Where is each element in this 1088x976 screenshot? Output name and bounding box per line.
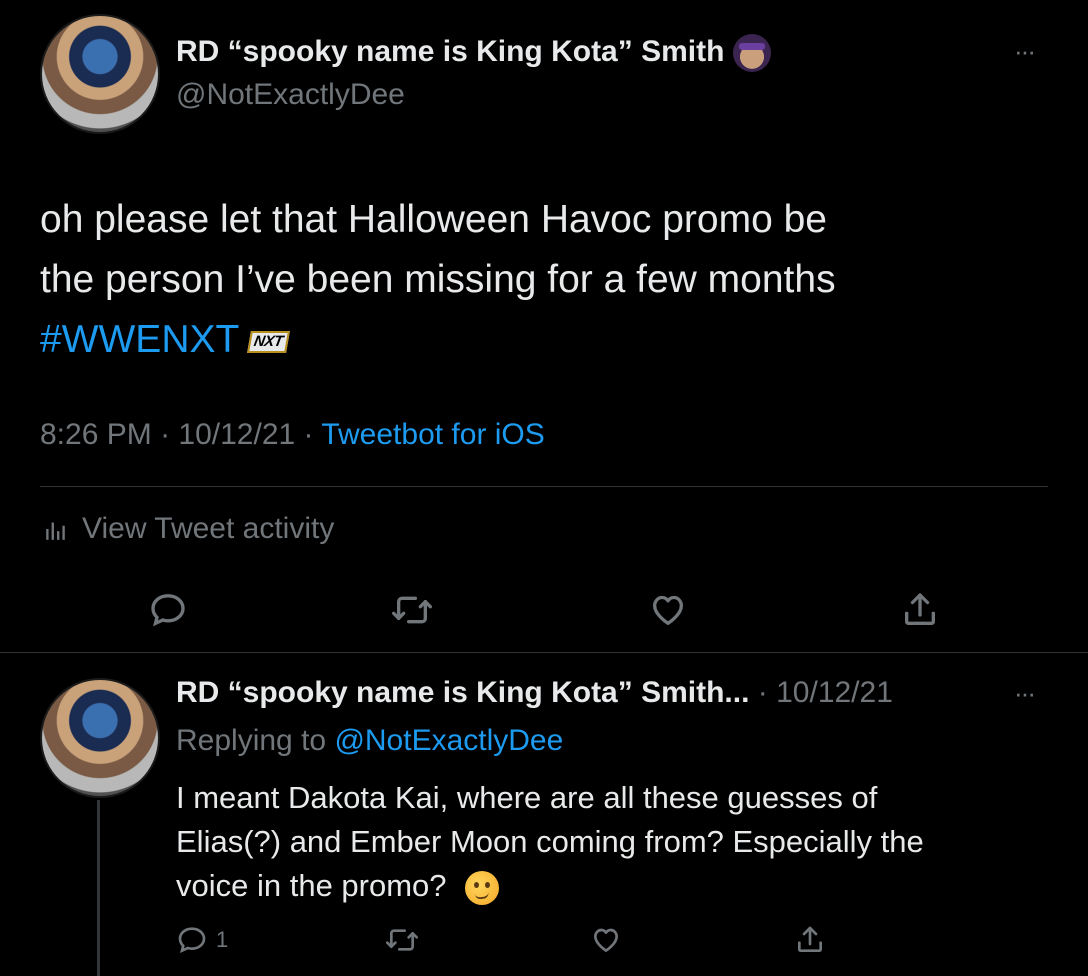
replying-to-label: Replying to	[176, 724, 327, 757]
meta-separator: ·	[757, 676, 768, 709]
reply-reply-button[interactable]: 1	[176, 924, 228, 956]
tweet-source-link[interactable]: Tweetbot for iOS	[321, 418, 544, 451]
main-handle[interactable]: @NotExactlyDee	[176, 78, 405, 112]
reply-icon[interactable]	[148, 590, 188, 630]
tweet-time[interactable]: 8:26 PM	[40, 418, 152, 451]
tweet-divider	[0, 652, 1088, 653]
main-tweet-meta: 8:26 PM · 10/12/21 · Tweetbot for iOS	[40, 418, 545, 452]
like-icon[interactable]	[648, 590, 688, 630]
retweet-icon[interactable]	[384, 924, 420, 956]
nxt-hashflag-icon: NXT	[247, 330, 290, 353]
main-avatar[interactable]	[40, 14, 160, 134]
meta-separator: ·	[160, 418, 171, 451]
reply-more-icon[interactable]: ···	[1014, 678, 1036, 709]
replying-to-handle[interactable]: @NotExactlyDee	[334, 724, 563, 757]
main-tweet-text: oh please let that Halloween Havoc promo…	[40, 190, 836, 370]
main-more-icon[interactable]: ···	[1014, 36, 1036, 67]
reply-text-line2: Elias(?) and Ember Moon coming from? Esp…	[176, 824, 924, 859]
main-display-name[interactable]: RD “spooky name is King Kota” Smith	[176, 34, 771, 72]
view-activity-button[interactable]: View Tweet activity	[44, 512, 334, 546]
reply-text-line3: voice in the promo?	[176, 868, 447, 903]
share-icon[interactable]	[900, 590, 940, 630]
hashtag-link[interactable]: #WWENXT	[40, 318, 239, 361]
reply-count: 1	[216, 927, 229, 952]
main-tweet-text-line1: oh please let that Halloween Havoc promo…	[40, 198, 827, 241]
main-display-name-text: RD “spooky name is King Kota” Smith	[176, 34, 725, 68]
view-activity-label: View Tweet activity	[82, 512, 335, 545]
reply-date[interactable]: 10/12/21	[776, 676, 893, 709]
meta-divider	[40, 486, 1048, 487]
tweet-date[interactable]: 10/12/21	[178, 418, 295, 451]
reply-tweet-text: I meant Dakota Kai, where are all these …	[176, 776, 924, 908]
woozy-face-emoji-icon	[465, 870, 500, 905]
reply-header: RD “spooky name is King Kota” Smith... ·…	[176, 676, 893, 710]
retweet-icon[interactable]	[390, 590, 434, 630]
replying-to: Replying to @NotExactlyDee	[176, 724, 563, 758]
analytics-icon	[44, 516, 70, 542]
reply-avatar[interactable]	[40, 678, 160, 798]
main-tweet-text-line2: the person I’ve been missing for a few m…	[40, 258, 836, 301]
like-icon[interactable]	[590, 924, 622, 956]
reply-icon	[176, 924, 208, 956]
share-icon[interactable]	[794, 924, 826, 956]
supervillain-emoji-icon	[732, 34, 771, 72]
reply-text-line1: I meant Dakota Kai, where are all these …	[176, 780, 878, 815]
reply-thread-line	[97, 800, 100, 976]
meta-separator: ·	[303, 418, 314, 451]
reply-display-name[interactable]: RD “spooky name is King Kota” Smith...	[176, 676, 749, 709]
